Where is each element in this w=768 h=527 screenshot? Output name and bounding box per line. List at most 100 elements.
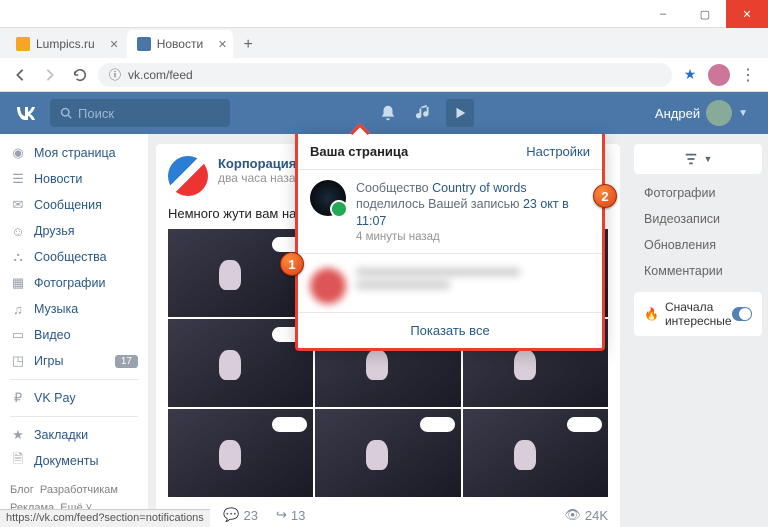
sidebar-label: Музыка	[34, 302, 78, 316]
profile-icon: ◉	[10, 145, 26, 161]
tab-label: Lumpics.ru	[36, 37, 95, 51]
user-menu[interactable]: Андрей ▼	[655, 100, 748, 126]
interesting-first-toggle[interactable]: 🔥 Сначала интересные	[634, 292, 762, 336]
sidebar-label: Документы	[34, 454, 98, 468]
chevron-down-icon: ▼	[738, 108, 748, 119]
sidebar-label: Игры	[34, 354, 63, 368]
annotation-callout-1: 1	[280, 252, 304, 276]
address-bar[interactable]: ⓘ vk.com/feed	[98, 63, 672, 87]
flame-icon: 🔥	[644, 307, 659, 321]
communities-icon: ⛬	[10, 249, 26, 265]
vk-header: Поиск Андрей ▼	[0, 92, 768, 134]
sidebar-item-friends[interactable]: ☺ Друзья	[0, 218, 148, 244]
browser-menu-button[interactable]: ⋮	[736, 63, 760, 87]
views-count: 👁 24K	[564, 507, 608, 523]
sidebar-label: VK Pay	[34, 391, 76, 405]
rbar-item-videos[interactable]: Видеозаписи	[634, 206, 762, 232]
toggle-label: Сначала интересные	[665, 300, 732, 328]
notif-meta: 4 минуты назад	[356, 231, 590, 243]
forward-button[interactable]	[38, 63, 62, 87]
video-play-icon[interactable]	[446, 99, 474, 127]
sidebar-label: Сообщества	[34, 250, 107, 264]
sidebar-item-profile[interactable]: ◉ Моя страница	[0, 140, 148, 166]
right-sidebar: ▼ Фотографии Видеозаписи Обновления Комм…	[628, 134, 768, 527]
window-maximize-button[interactable]: ▢	[684, 0, 726, 28]
sidebar-item-music[interactable]: ♫ Музыка	[0, 296, 148, 322]
tab-label: Новости	[157, 37, 203, 51]
window-minimize-button[interactable]: –	[642, 0, 684, 28]
sidebar-label: Фотографии	[34, 276, 105, 290]
search-input[interactable]: Поиск	[50, 99, 230, 127]
filter-icon	[684, 152, 698, 166]
notif-text: Сообщество Country of words поделилось В…	[356, 180, 590, 229]
close-tab-icon[interactable]: ✕	[109, 38, 118, 51]
share-button[interactable]: ↪ 13	[276, 507, 305, 523]
notification-item-blurred	[298, 253, 602, 312]
rbar-item-comments[interactable]: Комментарии	[634, 258, 762, 284]
separator	[10, 416, 138, 417]
music-icon[interactable]	[406, 92, 442, 134]
notif-settings-link[interactable]: Настройки	[526, 144, 590, 159]
browser-tab[interactable]: Lumpics.ru ✕	[6, 30, 125, 58]
sidebar-item-vkpay[interactable]: ₽ VK Pay	[0, 385, 148, 411]
filter-button[interactable]: ▼	[634, 144, 762, 174]
annotation-callout-2: 2	[593, 184, 617, 208]
user-avatar	[706, 100, 732, 126]
site-info-icon[interactable]: ⓘ	[108, 68, 122, 82]
sidebar-label: Новости	[34, 172, 82, 186]
news-icon: ☰	[10, 171, 26, 187]
notifications-icon[interactable]	[370, 92, 406, 134]
close-tab-icon[interactable]: ✕	[218, 38, 227, 51]
footer-link[interactable]: Блог	[10, 484, 34, 496]
music-icon: ♫	[10, 301, 26, 317]
user-name: Андрей	[655, 106, 700, 121]
sidebar-label: Друзья	[34, 224, 75, 238]
sidebar-item-news[interactable]: ☰ Новости	[0, 166, 148, 192]
notif-avatar	[310, 180, 346, 216]
rbar-item-updates[interactable]: Обновления	[634, 232, 762, 258]
new-tab-button[interactable]: +	[235, 32, 261, 58]
browser-status-bar: https://vk.com/feed?section=notification…	[0, 509, 210, 527]
post-avatar[interactable]	[168, 156, 208, 196]
separator	[10, 379, 138, 380]
favicon-icon	[137, 37, 151, 51]
sidebar-item-photos[interactable]: ▦ Фотографии	[0, 270, 148, 296]
sidebar-label: Сообщения	[34, 198, 102, 212]
sidebar-item-messages[interactable]: ✉ Сообщения	[0, 192, 148, 218]
sidebar-item-communities[interactable]: ⛬ Сообщества	[0, 244, 148, 270]
toggle-switch[interactable]	[732, 307, 752, 321]
sidebar-item-video[interactable]: ▭ Видео	[0, 322, 148, 348]
show-all-link[interactable]: Показать все	[298, 312, 602, 348]
docs-icon: 🗎	[10, 453, 26, 469]
notifications-popup: Ваша страница Настройки Сообщество Count…	[295, 134, 605, 351]
video-icon: ▭	[10, 327, 26, 343]
bookmark-icon[interactable]: ★	[678, 63, 702, 87]
friends-icon: ☺	[10, 223, 26, 239]
notif-title: Ваша страница	[310, 144, 408, 159]
url-text: vk.com/feed	[128, 68, 193, 82]
back-button[interactable]	[8, 63, 32, 87]
footer-link[interactable]: Разработчикам	[40, 484, 118, 496]
comment-button[interactable]: 💬 23	[223, 507, 258, 523]
rbar-item-photos[interactable]: Фотографии	[634, 180, 762, 206]
messages-icon: ✉	[10, 197, 26, 213]
sidebar-label: Видео	[34, 328, 71, 342]
photos-icon: ▦	[10, 275, 26, 291]
browser-tab[interactable]: Новости ✕	[127, 30, 233, 58]
notification-item[interactable]: Сообщество Country of words поделилось В…	[298, 169, 602, 253]
games-icon: ◳	[10, 353, 26, 369]
window-close-button[interactable]: ✕	[726, 0, 768, 28]
sidebar-label: Моя страница	[34, 146, 116, 160]
sidebar-label: Закладки	[34, 428, 88, 442]
bookmarks-icon: ★	[10, 427, 26, 443]
sidebar-item-documents[interactable]: 🗎 Документы	[0, 448, 148, 474]
badge: 17	[115, 355, 138, 368]
sidebar-item-games[interactable]: ◳ Игры 17	[0, 348, 148, 374]
vk-logo-icon[interactable]	[12, 99, 40, 127]
reload-button[interactable]	[68, 63, 92, 87]
sidebar-item-bookmarks[interactable]: ★ Закладки	[0, 422, 148, 448]
browser-toolbar: ⓘ vk.com/feed ★ ⋮	[0, 58, 768, 92]
browser-profile-avatar[interactable]	[708, 64, 730, 86]
pay-icon: ₽	[10, 390, 26, 406]
browser-tabbar: Lumpics.ru ✕ Новости ✕ +	[0, 28, 768, 58]
